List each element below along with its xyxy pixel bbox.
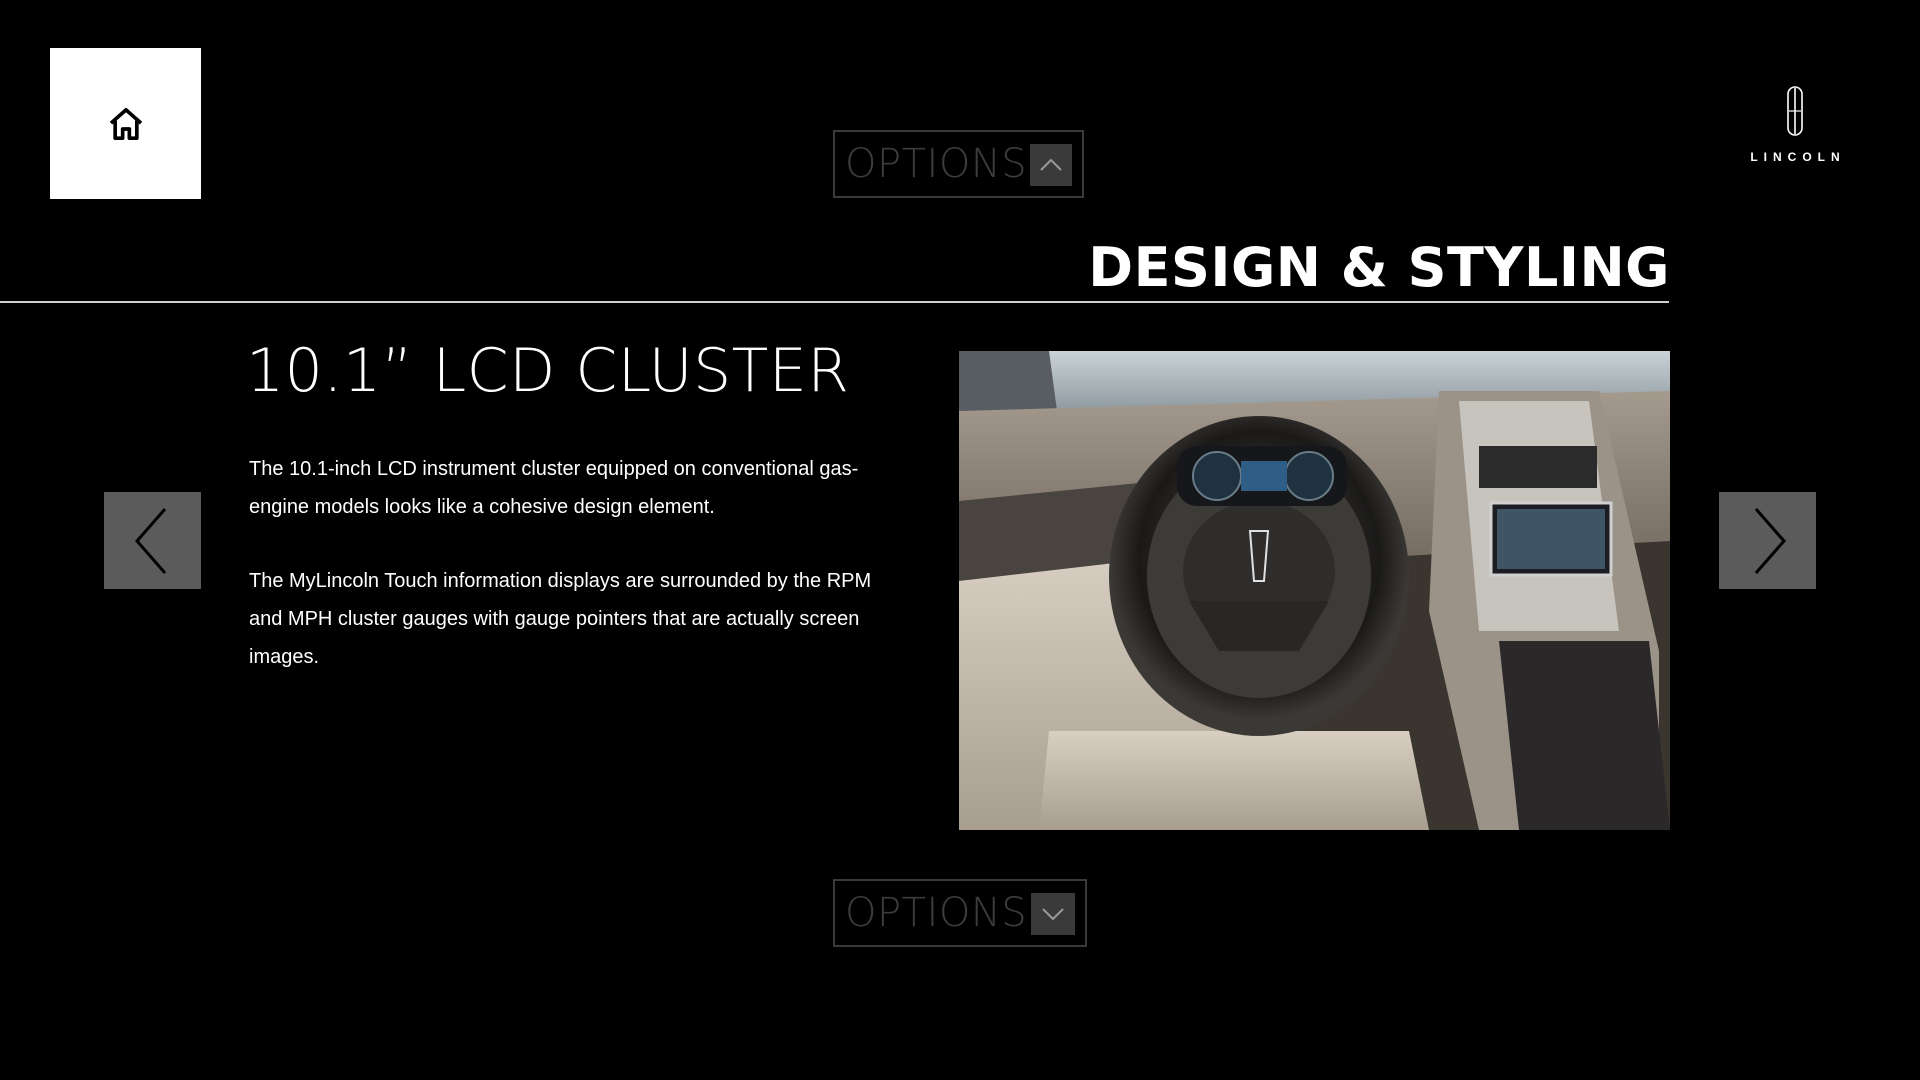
- interior-photo: [959, 351, 1670, 830]
- feature-paragraph: The 10.1-inch LCD instrument cluster equ…: [249, 458, 859, 518]
- next-slide-button[interactable]: [1719, 492, 1816, 589]
- options-toggle-top[interactable]: OPTIONS: [833, 130, 1084, 198]
- home-button[interactable]: [50, 48, 201, 199]
- feature-title: 10.1” LCD CLUSTER: [246, 336, 850, 406]
- chevron-left-icon: [134, 507, 166, 574]
- options-label: OPTIONS: [845, 890, 1028, 936]
- slide-page: OPTIONS LINCOLN DESIGN & STYLING 10.1” L…: [0, 0, 1920, 1080]
- lincoln-star-icon: [1787, 86, 1803, 136]
- options-label: OPTIONS: [845, 141, 1028, 187]
- chevron-up-icon: [1030, 144, 1072, 186]
- feature-description: The 10.1-inch LCD instrument cluster equ…: [249, 450, 899, 712]
- lincoln-logo: LINCOLN: [1740, 86, 1850, 170]
- feature-paragraph: The MyLincoln Touch information displays…: [249, 570, 872, 668]
- brand-wordmark: LINCOLN: [1750, 150, 1846, 164]
- chevron-right-icon: [1754, 507, 1786, 574]
- home-icon: [109, 107, 142, 140]
- section-title: DESIGN & STYLING: [1088, 236, 1670, 299]
- options-toggle-bottom[interactable]: OPTIONS: [833, 879, 1087, 947]
- previous-slide-button[interactable]: [104, 492, 201, 589]
- chevron-down-icon: [1031, 893, 1075, 935]
- section-divider: [0, 301, 1669, 303]
